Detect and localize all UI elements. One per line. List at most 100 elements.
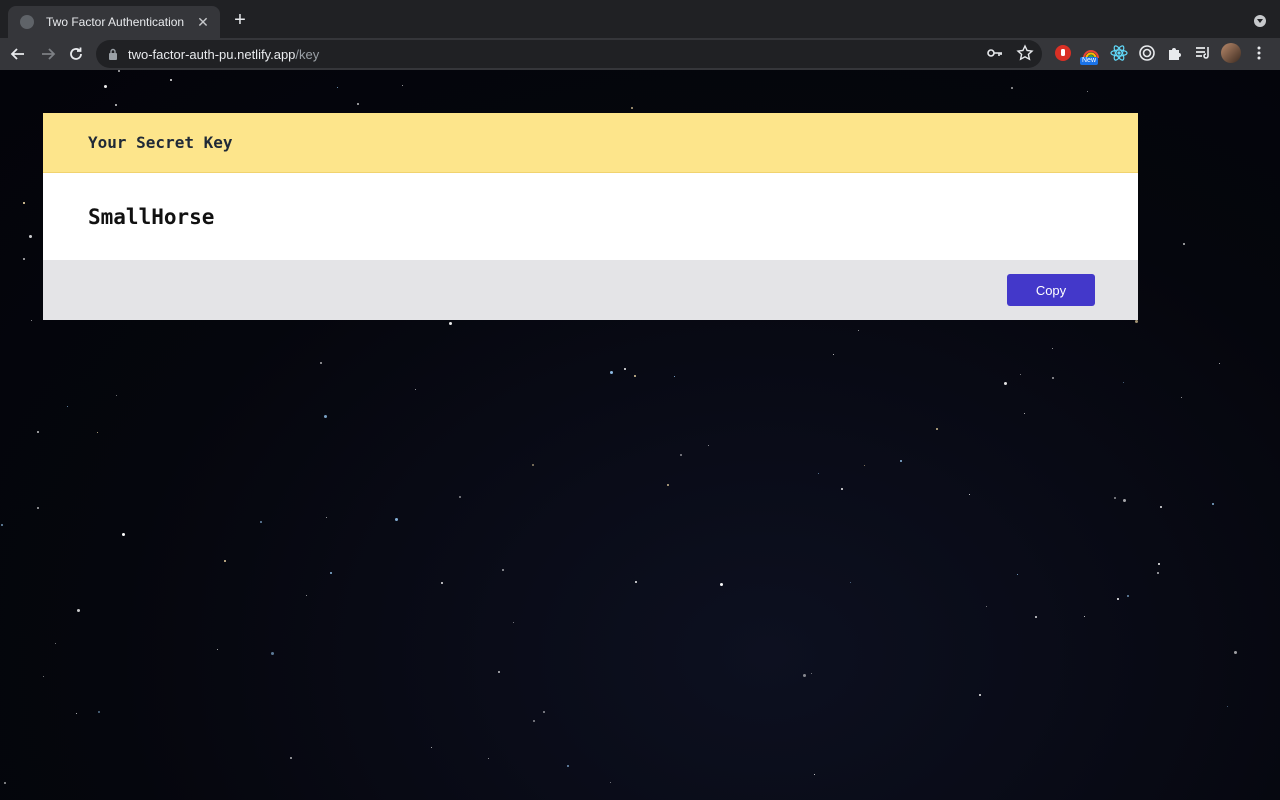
star <box>610 371 613 374</box>
star <box>326 517 327 518</box>
avatar <box>1221 43 1241 63</box>
star <box>415 389 416 390</box>
star <box>631 107 633 109</box>
star <box>1123 499 1126 502</box>
star <box>864 465 865 466</box>
globe-icon <box>20 15 34 29</box>
url-host: two-factor-auth-pu.netlify.app <box>128 46 296 62</box>
arrow-right-icon <box>42 48 56 60</box>
star <box>1020 374 1021 375</box>
back-button[interactable] <box>6 42 30 66</box>
star <box>1024 413 1025 414</box>
tab-strip: Two Factor Authentication ✕ + <box>0 0 1280 38</box>
react-devtools-icon[interactable] <box>1108 42 1130 64</box>
star <box>635 581 637 583</box>
star <box>1017 574 1018 575</box>
tab-search-icon[interactable] <box>1254 15 1266 27</box>
star <box>337 87 338 88</box>
star <box>31 320 32 321</box>
browser-tab[interactable]: Two Factor Authentication ✕ <box>8 6 220 38</box>
star <box>680 454 682 456</box>
star <box>23 258 25 260</box>
arrow-left-icon <box>10 48 24 60</box>
star <box>1219 363 1220 364</box>
star <box>29 235 32 238</box>
lock-icon <box>109 48 117 60</box>
secret-key-card: Your Secret Key SmallHorse Copy <box>43 113 1138 320</box>
key-icon[interactable] <box>986 44 1004 62</box>
star <box>1135 320 1138 323</box>
star <box>1 524 3 526</box>
star <box>431 747 432 748</box>
star <box>624 368 626 370</box>
star <box>533 720 535 722</box>
star <box>98 711 100 713</box>
star <box>217 649 218 650</box>
rainbow-extension-icon[interactable]: New <box>1080 42 1102 65</box>
star <box>708 445 709 446</box>
forward-button[interactable] <box>36 42 60 66</box>
star <box>55 643 56 644</box>
address-bar[interactable]: two-factor-auth-pu.netlify.app/key <box>96 40 1042 68</box>
extensions-area: New <box>1052 42 1270 65</box>
star <box>488 758 489 759</box>
reload-button[interactable] <box>64 42 88 66</box>
card-body: SmallHorse <box>43 173 1138 260</box>
profile-avatar[interactable] <box>1220 42 1242 64</box>
copy-button[interactable]: Copy <box>1007 274 1095 306</box>
star <box>320 362 322 364</box>
star <box>811 673 812 674</box>
star <box>833 354 834 355</box>
more-vertical-icon <box>1257 46 1261 60</box>
puzzle-extensions-icon[interactable] <box>1164 42 1186 64</box>
star <box>543 711 545 713</box>
star <box>1183 243 1185 245</box>
star <box>1004 382 1007 385</box>
browser-menu-button[interactable] <box>1248 42 1270 64</box>
star <box>324 415 327 418</box>
star <box>841 488 843 490</box>
adblock-icon[interactable] <box>1052 42 1074 64</box>
reading-list-icon[interactable] <box>1192 42 1214 64</box>
star <box>1227 706 1228 707</box>
star <box>803 674 806 677</box>
star <box>532 464 534 466</box>
star <box>1123 382 1124 383</box>
star <box>449 322 452 325</box>
star <box>1052 348 1053 349</box>
star <box>1035 616 1037 618</box>
close-tab-icon[interactable]: ✕ <box>194 14 212 31</box>
star <box>1084 616 1085 617</box>
star <box>502 569 504 571</box>
star <box>459 496 461 498</box>
star <box>77 609 80 612</box>
star <box>115 104 117 106</box>
star <box>858 330 859 331</box>
star <box>1158 563 1160 565</box>
star <box>43 676 44 677</box>
star <box>1127 595 1129 597</box>
star <box>720 583 723 586</box>
star <box>260 521 262 523</box>
page-viewport: Your Secret Key SmallHorse Copy <box>0 70 1280 800</box>
star <box>441 582 443 584</box>
star <box>513 622 514 623</box>
star <box>1011 87 1013 89</box>
new-tab-button[interactable]: + <box>230 10 250 30</box>
tab-title: Two Factor Authentication <box>46 15 185 29</box>
star <box>667 484 669 486</box>
star <box>814 774 815 775</box>
star <box>23 202 25 204</box>
star <box>402 85 403 86</box>
star <box>271 652 274 655</box>
star <box>1212 503 1214 505</box>
star <box>674 376 675 377</box>
star <box>224 560 226 562</box>
star <box>4 782 6 784</box>
star-icon[interactable] <box>1016 44 1034 62</box>
star <box>1114 497 1116 499</box>
target-extension-icon[interactable] <box>1136 42 1158 64</box>
browser-toolbar: two-factor-auth-pu.netlify.app/key New <box>0 38 1280 70</box>
star <box>97 432 98 433</box>
star <box>1157 572 1159 574</box>
